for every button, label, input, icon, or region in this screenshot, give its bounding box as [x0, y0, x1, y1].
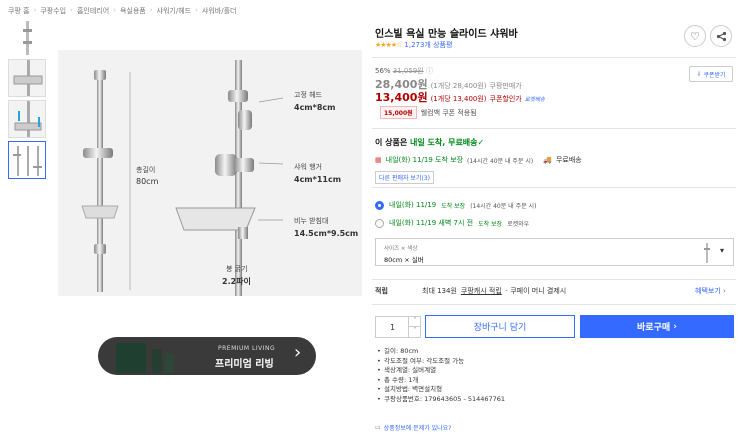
share-icon[interactable]	[710, 25, 732, 47]
detail-item: 쿠팡상품번호: 179643605 - 514467761	[377, 395, 505, 405]
coupon-download-button[interactable]: ⇩ 쿠폰받기	[689, 66, 733, 82]
tray-size: 14.5cm*9.5cm	[294, 229, 359, 238]
premium-living-banner[interactable]: PREMIUM LIVING 프리미엄 리빙 ›	[98, 337, 316, 375]
divider	[372, 187, 736, 188]
product-rating: ★★★★☆ 1,273개 상품평	[375, 40, 452, 50]
delivery-option-1[interactable]: 내일(화) 11/19 도착 보장 (14시간 40분 내 주문 시)	[375, 200, 536, 210]
thumbnail-4[interactable]	[8, 141, 46, 179]
quantity-stepper[interactable]: 1 ˄ ˅	[375, 316, 421, 338]
breadcrumb-item[interactable]: 홈인테리어	[77, 6, 109, 16]
info-icon: ⓘ	[425, 67, 433, 75]
cashback-row: 적립 최대 134원 쿠팡캐시 적립 · 쿠페이 머니 결제시	[375, 286, 567, 296]
radio-selected[interactable]	[375, 200, 384, 210]
length-value: 80cm	[136, 177, 159, 186]
buy-now-button[interactable]: 바로구매 ›	[580, 315, 734, 338]
coupon-price-row: 13,400원 (1개당 13,400원) 쿠폰할인가 로켓배송	[375, 91, 545, 104]
divider	[372, 128, 736, 129]
cashback-link[interactable]: 쿠팡캐시 적립	[461, 286, 502, 296]
hanger-label: 샤워 행거	[294, 163, 322, 171]
banner-bottom-text: 프리미엄 리빙	[215, 359, 274, 370]
rocket-badge: 로켓배송	[524, 97, 545, 103]
coupon-price: 13,400원	[375, 91, 428, 104]
quantity-down-button[interactable]: ˅	[408, 327, 421, 338]
shower-bar-illustration	[81, 60, 284, 296]
divider	[372, 57, 736, 58]
radio-unselected[interactable]	[375, 218, 384, 228]
option-select[interactable]: 사이즈 × 색상 80cm × 실버 ▾	[375, 238, 734, 266]
thumbnail-list	[8, 18, 48, 182]
detail-item: 색상계열: 실버계열	[377, 366, 505, 376]
quantity-up-button[interactable]: ˄	[408, 317, 421, 327]
thickness-label: 봉 굵기	[226, 265, 248, 273]
banner-top-text: PREMIUM LIVING	[218, 345, 276, 352]
thumbnail-2[interactable]	[8, 59, 46, 97]
report-icon: ▭	[375, 424, 381, 431]
breadcrumb-item[interactable]: 쿠팡수입	[40, 6, 66, 16]
breadcrumb-item[interactable]: 샤워기/헤드	[157, 6, 192, 16]
delivery-line: ▦ 내일(화) 11/19 도착 보장 (14시간 40분 내 주문 시) 🚚 …	[375, 156, 582, 165]
product-title: 인스빌 욕실 만능 슬라이드 샤워바	[375, 29, 518, 40]
other-sellers-button[interactable]: 다른 판매자 보기(3)	[375, 171, 434, 184]
quantity-input[interactable]: 1	[390, 323, 395, 332]
calendar-icon: ▦	[375, 156, 382, 164]
original-price: 31,059원	[392, 67, 424, 75]
option-select-value: 80cm × 실버	[384, 256, 424, 264]
discount-rate: 56% 31,059원 ⓘ	[375, 67, 433, 75]
detail-item: 총 수량: 1개	[377, 376, 505, 386]
option-select-label: 사이즈 × 색상	[384, 246, 418, 252]
head-size: 4cm*8cm	[294, 103, 336, 112]
delivery-headline: 이 상품은 내일 도착, 무료배송✓	[375, 138, 485, 147]
chevron-right-icon: ›	[294, 342, 302, 363]
detail-item: 길이: 80cm	[377, 347, 505, 357]
add-to-cart-button[interactable]: 장바구니 담기	[425, 315, 575, 338]
tray-label: 비누 받침대	[294, 217, 329, 225]
thumbnail-1[interactable]	[8, 18, 46, 56]
detail-item: 설치방법: 벽면설치형	[377, 385, 505, 395]
report-link[interactable]: ▭ 상품정보에 문제가 있나요?	[375, 423, 451, 432]
star-rating-icon: ★★★★☆	[375, 41, 402, 49]
truck-icon: 🚚	[543, 156, 552, 164]
divider	[372, 304, 736, 305]
divider	[372, 279, 736, 280]
head-label: 고정 헤드	[294, 91, 322, 99]
heart-icon[interactable]: ♡	[684, 25, 706, 47]
breadcrumb: 쿠팡 홈 › 쿠팡수입 › 홈인테리어 › 욕실용품 › 샤워기/헤드 › 샤워바/홀더	[8, 6, 237, 16]
length-label: 총길이	[136, 166, 156, 174]
thickness-value: 2.2파이	[222, 277, 251, 286]
review-count-link[interactable]: 1,273개 상품평	[404, 40, 452, 50]
benefit-link[interactable]: 혜택보기 ›	[695, 286, 726, 296]
breadcrumb-item[interactable]: 쿠팡 홈	[8, 6, 30, 16]
product-main-image: 고정 헤드 4cm*8cm 샤워 행거 4cm*11cm 비누 받침대 14.5…	[58, 50, 362, 296]
wow-coupon-badge: 15,000원	[380, 106, 417, 119]
download-icon: ⇩	[696, 70, 702, 78]
chevron-down-icon: ▾	[720, 246, 725, 255]
breadcrumb-item[interactable]: 샤워바/홀더	[202, 6, 237, 16]
hanger-size: 4cm*11cm	[294, 175, 342, 184]
delivery-option-2[interactable]: 내일(화) 11/19 새벽 7시 전 도착 보장 로켓와우	[375, 218, 529, 228]
breadcrumb-item[interactable]: 욕실용품	[120, 6, 146, 16]
product-details-list: 길이: 80cm 각도조절 여부: 각도조절 가능 색상계열: 실버계열 총 수…	[377, 347, 505, 404]
thumbnail-3[interactable]	[8, 100, 46, 138]
wow-coupon-row: 15,000원 웰컴백 쿠폰 적용됨	[380, 106, 477, 119]
detail-item: 각도조절 여부: 각도조절 가능	[377, 357, 505, 367]
